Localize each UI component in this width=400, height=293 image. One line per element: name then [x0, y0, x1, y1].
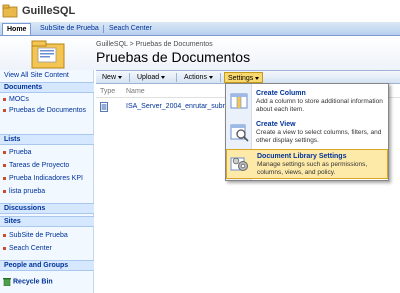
recycle-bin-icon	[3, 278, 11, 287]
upload-button[interactable]: Upload	[134, 72, 168, 83]
nav-section-discussions[interactable]: Discussions	[0, 203, 94, 214]
nav-item-label: lista prueba	[9, 188, 46, 195]
bullet-icon	[3, 233, 6, 237]
chevron-down-icon	[118, 75, 123, 79]
bullet-icon	[3, 176, 6, 180]
create-view-icon	[230, 124, 249, 142]
chevron-down-icon	[208, 75, 213, 79]
nav-item-seach-center[interactable]: Seach Center	[3, 245, 91, 253]
nav-item-label: Prueba Indicadores KPI	[9, 175, 83, 182]
tab-subsite-de-prueba[interactable]: SubSite de Prueba	[36, 23, 103, 35]
nav-item-label: Pruebas de Documentos	[9, 107, 87, 114]
nav-item-prueba[interactable]: Prueba	[3, 149, 91, 157]
document-link[interactable]: ISA_Server_2004_enrutar_subr	[126, 103, 225, 110]
nav-item-pruebas-de-documentos[interactable]: Pruebas de Documentos	[3, 107, 91, 115]
bullet-icon	[3, 97, 6, 101]
column-type[interactable]: Type	[100, 88, 115, 95]
tab-home[interactable]: Home	[2, 23, 32, 35]
nav-item-label: MOCs	[9, 96, 29, 103]
menu-item-title: Create View	[256, 121, 296, 128]
menu-item-description: Add a column to store additional informa…	[256, 98, 383, 113]
menu-item-create-view[interactable]: Create View Create a view to select colu…	[226, 118, 388, 148]
word-document-icon	[100, 102, 108, 112]
menu-item-description: Create a view to select columns, filters…	[256, 129, 382, 144]
recycle-bin-link[interactable]: Recycle Bin	[3, 277, 53, 287]
nav-section-lists[interactable]: Lists	[0, 134, 94, 145]
nav-item-prueba-indicadores-kpi[interactable]: Prueba Indicadores KPI	[3, 175, 91, 183]
view-all-site-content-link[interactable]: View All Site Content	[4, 72, 69, 79]
bullet-icon	[3, 108, 6, 112]
bullet-icon	[3, 246, 6, 250]
chevron-down-icon	[161, 75, 166, 79]
menu-item-create-column[interactable]: Create Column Add a column to store addi…	[226, 87, 388, 117]
settings-menu: Create Column Add a column to store addi…	[225, 83, 389, 181]
upload-button-label: Upload	[137, 74, 160, 81]
top-nav: Home SubSite de Prueba Seach Center	[0, 22, 400, 36]
settings-button-label: Settings	[228, 75, 254, 82]
nav-item-label: Tareas de Proyecto	[9, 162, 70, 169]
menu-item-document-library-settings[interactable]: Document Library Settings Manage setting…	[226, 149, 388, 179]
toolbar-separator	[129, 73, 130, 82]
tab-separator	[103, 25, 104, 33]
bullet-icon	[3, 163, 6, 167]
menu-item-title: Document Library Settings	[257, 153, 347, 160]
settings-button[interactable]: Settings	[224, 72, 264, 83]
document-library-icon	[31, 40, 65, 69]
list-toolbar: New Upload Actions Settings	[96, 70, 400, 84]
breadcrumb[interactable]: GuilleSQL > Pruebas de Documentos	[96, 41, 213, 48]
nav-item-tareas-de-proyecto[interactable]: Tareas de Proyecto	[3, 162, 91, 170]
site-title[interactable]: GuilleSQL	[22, 5, 75, 17]
toolbar-separator	[176, 73, 177, 82]
new-button-label: New	[102, 74, 117, 81]
bullet-icon	[3, 189, 6, 193]
nav-section-people-and-groups[interactable]: People and Groups	[0, 260, 94, 271]
page-title: Pruebas de Documentos	[96, 49, 251, 65]
quick-launch: View All Site Content Documents MOCs Pru…	[0, 70, 94, 293]
actions-button[interactable]: Actions	[181, 72, 216, 83]
actions-button-label: Actions	[184, 74, 207, 81]
new-button[interactable]: New	[99, 72, 125, 83]
menu-item-description: Manage settings such as permissions, col…	[257, 161, 368, 176]
menu-item-title: Create Column	[256, 90, 306, 97]
tab-seach-center[interactable]: Seach Center	[105, 23, 156, 35]
nav-item-lista-prueba[interactable]: lista prueba	[3, 188, 91, 196]
create-column-icon	[230, 93, 248, 109]
nav-section-documents[interactable]: Documents	[0, 82, 94, 93]
recycle-bin-label: Recycle Bin	[13, 278, 53, 286]
library-settings-icon	[230, 157, 248, 171]
nav-item-mocs[interactable]: MOCs	[3, 96, 91, 104]
top-bar: GuilleSQL	[0, 0, 400, 22]
column-name[interactable]: Name	[126, 88, 145, 95]
nav-item-label: Seach Center	[9, 245, 52, 252]
nav-section-sites[interactable]: Sites	[0, 216, 94, 227]
nav-item-label: SubSite de Prueba	[9, 232, 68, 239]
nav-item-subsite-de-prueba[interactable]: SubSite de Prueba	[3, 232, 91, 240]
toolbar-separator	[220, 73, 221, 82]
bullet-icon	[3, 150, 6, 154]
site-icon	[2, 4, 18, 18]
chevron-down-icon	[255, 76, 260, 80]
nav-item-label: Prueba	[9, 149, 32, 156]
